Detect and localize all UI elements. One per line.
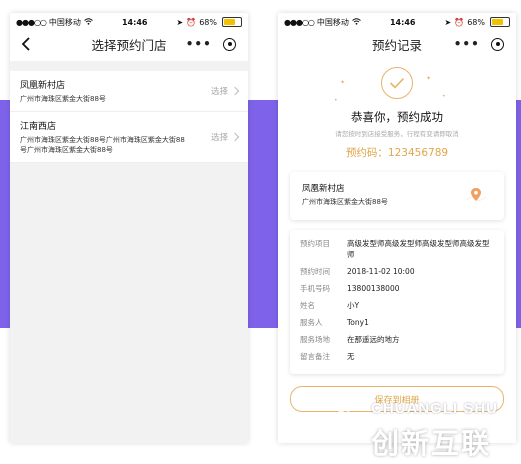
signal-icon: ●●●○○ <box>16 17 47 27</box>
store-address: 广州市海珠区紫金大街88号 <box>20 95 106 103</box>
sparkle-icon: • <box>442 93 446 100</box>
mini-program-capsule: ••• <box>180 34 242 54</box>
map-pin-icon[interactable] <box>466 186 486 206</box>
save-to-album-button[interactable]: 保存到相册 <box>290 386 504 412</box>
battery-icon <box>489 17 510 27</box>
carrier-label: 中国移动 <box>48 17 81 27</box>
back-button[interactable] <box>18 35 34 53</box>
location-icon: ➤ <box>176 17 184 27</box>
wifi-icon <box>352 17 361 27</box>
clock: 14:46 <box>389 17 416 27</box>
store-name: 凤凰新村店 <box>302 184 345 194</box>
store-name: 江南西店 <box>20 122 57 132</box>
detail-row: 预约项目 高级发型师高级发型师高级发型师高级发型师 <box>300 238 494 260</box>
select-label: 选择 <box>210 133 228 143</box>
page-title: 选择预约门店 <box>91 37 167 53</box>
store-item[interactable]: 凤凰新村店 广州市海珠区紫金大街88号 选择 <box>10 71 248 112</box>
battery-icon <box>221 17 242 27</box>
success-check-icon <box>381 67 413 99</box>
store-card[interactable]: 凤凰新村店 广州市海珠区紫金大街88号 <box>290 172 504 220</box>
detail-value: 2018-11-02 10:00 <box>347 267 415 276</box>
location-icon: ➤ <box>444 17 452 27</box>
detail-value: 在那遥远的地方 <box>347 335 400 344</box>
detail-row: 留言备注 无 <box>300 351 494 362</box>
sparkle-icon: ✦ <box>426 75 432 82</box>
detail-label: 预约时间 <box>300 267 330 276</box>
booking-record-screen: ●●●○○ 中国移动 14:46 ➤ ⏰ 68% 预约记录 ••• ✦ ✦ • … <box>278 13 516 443</box>
success-section: ✦ ✦ • • 恭喜你，预约成功 请您按时到店接受服务，行程有变请即取消 预约码… <box>278 67 516 160</box>
more-button[interactable]: ••• <box>186 37 212 51</box>
detail-row: 服务场地 在那遥远的地方 <box>300 334 494 345</box>
select-store-button[interactable]: 选择 <box>210 131 240 143</box>
detail-value: 高级发型师高级发型师高级发型师高级发型师 <box>347 239 490 259</box>
detail-label: 预约项目 <box>300 239 330 248</box>
detail-row: 手机号码 13800138000 <box>300 283 494 294</box>
success-hint: 请您按时到店接受服务，行程有变请即取消 <box>335 130 459 138</box>
carrier-label: 中国移动 <box>316 17 349 27</box>
clock: 14:46 <box>121 17 148 27</box>
booking-details: 预约项目 高级发型师高级发型师高级发型师高级发型师 预约时间 2018-11-02 … <box>290 230 504 374</box>
page-title: 预约记录 <box>371 37 422 53</box>
store-list-area: 凤凰新村店 广州市海珠区紫金大街88号 选择 江南西店 广州市海珠区紫金大街88… <box>10 61 248 443</box>
sparkle-icon: ✦ <box>340 79 346 86</box>
detail-label: 服务人 <box>300 318 323 327</box>
more-button[interactable]: ••• <box>454 37 480 51</box>
alarm-icon: ⏰ <box>186 17 197 27</box>
detail-label: 服务场地 <box>300 335 330 344</box>
detail-value: 无 <box>347 352 355 361</box>
select-store-button[interactable]: 选择 <box>210 85 240 97</box>
close-mini-program-button[interactable] <box>491 37 505 51</box>
store-address: 广州市海珠区紫金大街88号 <box>302 198 388 206</box>
close-mini-program-button[interactable] <box>223 37 237 51</box>
booking-code: 预约码：123456789 <box>345 147 449 159</box>
nav-bar: 预约记录 ••• <box>278 31 516 57</box>
detail-label: 姓名 <box>300 301 315 310</box>
store-name: 凤凰新村店 <box>20 81 66 91</box>
detail-value: 13800138000 <box>347 284 400 293</box>
battery-percent: 68% <box>467 17 485 27</box>
select-label: 选择 <box>210 87 228 97</box>
chevron-right-icon <box>230 86 240 96</box>
status-bar: ●●●○○ 中国移动 14:46 ➤ ⏰ 68% <box>278 13 516 31</box>
detail-value: 小Y <box>347 301 360 310</box>
alarm-icon: ⏰ <box>454 17 465 27</box>
store-select-screen: ●●●○○ 中国移动 14:46 ➤ ⏰ 68% 选择预约门店 ••• 凤凰新村… <box>10 13 248 443</box>
detail-label: 留言备注 <box>300 352 330 361</box>
store-item[interactable]: 江南西店 广州市海珠区紫金大街88号广州市海珠区紫金大街88号广州市海珠区紫金大… <box>10 112 248 163</box>
detail-row: 预约时间 2018-11-02 10:00 <box>300 266 494 277</box>
store-list: 凤凰新村店 广州市海珠区紫金大街88号 选择 江南西店 广州市海珠区紫金大街88… <box>10 71 248 163</box>
back-arrow-icon <box>21 37 30 51</box>
battery-percent: 68% <box>199 17 217 27</box>
chevron-right-icon <box>230 132 240 142</box>
sparkle-icon: • <box>334 97 338 104</box>
mini-program-capsule: ••• <box>448 34 510 54</box>
status-bar: ●●●○○ 中国移动 14:46 ➤ ⏰ 68% <box>10 13 248 31</box>
success-title: 恭喜你，预约成功 <box>351 110 443 124</box>
detail-row: 服务人 Tony1 <box>300 317 494 328</box>
detail-row: 姓名 小Y <box>300 300 494 311</box>
signal-icon: ●●●○○ <box>284 17 315 27</box>
nav-bar: 选择预约门店 ••• <box>10 31 248 57</box>
detail-value: Tony1 <box>347 318 369 327</box>
store-address: 广州市海珠区紫金大街88号广州市海珠区紫金大街88号广州市海珠区紫金大街88号 <box>20 136 185 154</box>
wifi-icon <box>84 17 93 27</box>
detail-label: 手机号码 <box>300 284 330 293</box>
